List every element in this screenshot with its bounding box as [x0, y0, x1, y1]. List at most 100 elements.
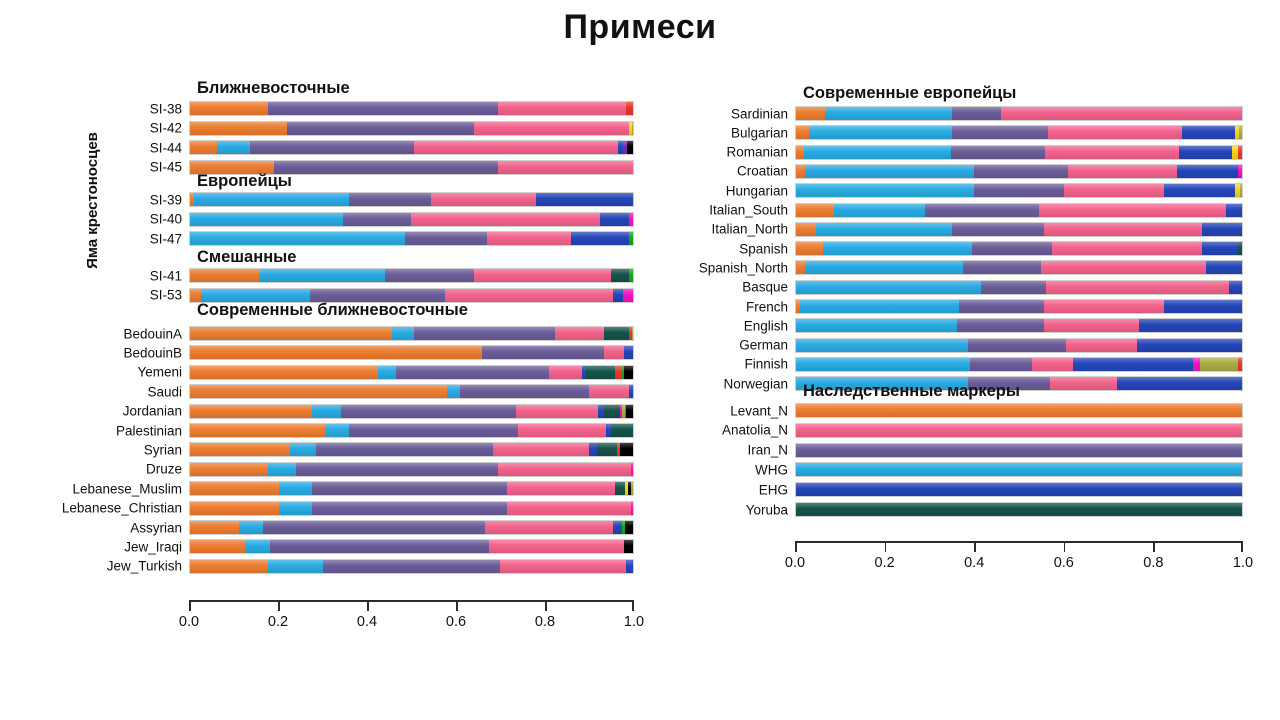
bar-row-label: Romanian	[726, 144, 788, 160]
bar-segment-magenta	[622, 288, 633, 302]
bar-row: Jew_Iraqi	[124, 539, 634, 555]
bar-segment-Levant_N	[190, 404, 312, 418]
bar-row-label: Basque	[742, 279, 788, 295]
bar-segment-Levant_N	[796, 164, 805, 178]
stacked-bar	[795, 502, 1243, 517]
bar-segment-Levant_N	[190, 269, 259, 282]
bar-segment-Iran_N	[311, 501, 507, 515]
stacked-bar	[189, 268, 634, 283]
bar-segment-EHG	[588, 443, 597, 457]
stacked-bar	[189, 423, 634, 438]
bar-segment-Iran_N	[969, 357, 1033, 371]
bar-segment-EHG	[1072, 357, 1193, 371]
bar-segment-WHG	[278, 482, 312, 496]
bar-segment-Anatolia_N	[497, 102, 627, 115]
bar-row: Lebanese_Christian	[62, 500, 634, 516]
axis-tick-label: 0.4	[964, 555, 985, 571]
bar-row: German	[739, 337, 1243, 353]
bar-segment-Levant_N	[190, 482, 279, 496]
bar-segment-Levant_N	[796, 203, 834, 217]
bar-segment-magenta	[628, 212, 633, 226]
bar-segment-WHG	[796, 319, 957, 333]
bar-row: Palestinian	[116, 423, 634, 438]
bar-segment-Iran_N	[249, 141, 414, 154]
bar-row-label: SI-41	[149, 267, 182, 283]
bar-segment-EHG	[624, 346, 633, 360]
bar-segment-Levant_N	[190, 501, 279, 515]
bar-segment-EHG	[1137, 338, 1242, 352]
bar-row-label: Sardinian	[730, 105, 788, 121]
axis-tick	[456, 600, 458, 611]
bar-segment-Iran_N	[967, 338, 1066, 352]
bar-row: Yemeni	[137, 364, 634, 380]
bar-row-label: SI-39	[149, 191, 182, 207]
bar-segment-Anatolia_N	[548, 365, 583, 379]
bar-segment-Iran_N	[952, 222, 1044, 236]
bar-segment-WHG	[822, 242, 973, 256]
bar-segment-EHG	[1177, 164, 1238, 178]
bar-segment-Anatolia_N	[413, 141, 619, 154]
stacked-bar	[189, 539, 634, 555]
bar-segment-Iran_N	[963, 261, 1042, 275]
bar-segment-green	[628, 232, 633, 245]
bar-segment-Levant_N	[190, 424, 326, 437]
bar-segment-Anatolia_N	[1063, 184, 1164, 198]
bar-row: Druze	[146, 461, 634, 477]
bar-segment-Levant_N	[190, 462, 268, 476]
bar-segment-Anatolia_N	[1043, 300, 1164, 313]
bar-segment-Iran_N	[395, 365, 549, 379]
bar-segment-Anatolia_N	[500, 559, 627, 573]
bar-row: SI-42	[150, 120, 634, 136]
bar-segment-WHG	[190, 232, 405, 245]
bar-segment-Levant_N	[190, 559, 268, 573]
bar-segment-Iran_N	[952, 126, 1048, 140]
bar-segment-EHG	[570, 232, 629, 245]
stacked-bar	[189, 481, 634, 497]
bar-segment-Levant_N	[190, 141, 217, 154]
stacked-bar	[795, 106, 1243, 121]
stacked-bar	[795, 279, 1243, 295]
bar-row: Anatolia_N	[722, 422, 1243, 438]
bar-segment-Anatolia_N	[517, 424, 607, 437]
bar-segment-Anatolia_N	[1047, 126, 1182, 140]
bar-segment-black	[624, 365, 633, 379]
bar-row-label: BedouinA	[123, 325, 182, 341]
stacked-bar	[189, 403, 634, 419]
bar-segment-Levant_N	[190, 288, 202, 302]
bar-segment-EHG	[796, 483, 1242, 497]
bar-segment-black	[620, 443, 633, 457]
bar-row: BedouinA	[123, 326, 634, 341]
bar-row-label: French	[745, 298, 788, 314]
stacked-bar	[795, 260, 1243, 276]
axis-tick-label: 0.6	[1053, 555, 1074, 571]
bar-row-label: Levant_N	[730, 402, 788, 418]
axis-tick	[974, 541, 976, 552]
bar-segment-Anatolia_N	[604, 346, 625, 360]
bar-segment-EHG	[535, 193, 633, 206]
bar-segment-WHG	[238, 521, 264, 534]
bar-segment-WHG	[325, 424, 350, 437]
bar-segment-WHG	[446, 385, 461, 399]
bar-segment-EHG	[1201, 242, 1238, 256]
admixture-figure: Примеси Яма крестоносцев Ближневосточные…	[0, 0, 1280, 720]
bar-segment-Iran_N	[956, 319, 1044, 333]
bar-segment-Anatolia_N	[1052, 242, 1202, 256]
bar-segment-Iran_N	[958, 300, 1044, 313]
bar-segment-EHG	[1228, 280, 1242, 294]
bar-segment-EHG	[1226, 203, 1242, 217]
bar-segment-WHG	[804, 261, 964, 275]
stacked-bar	[795, 356, 1243, 372]
bar-segment-Iran_N	[981, 280, 1046, 294]
stacked-bar	[189, 231, 634, 246]
bar-row-label: Spanish	[739, 240, 788, 256]
axis-line	[795, 541, 1243, 543]
bar-segment-Levant_N	[796, 126, 810, 140]
bar-segment-WHG	[267, 559, 323, 573]
bar-segment-WHG	[833, 203, 926, 217]
bar-segment-Yoruba	[604, 327, 629, 340]
stacked-bar	[795, 299, 1243, 314]
bar-row-label: Spanish_North	[698, 260, 788, 276]
stacked-bar	[189, 364, 634, 380]
bar-row-label: Finnish	[744, 356, 788, 372]
group-title-modern-near-eastern: Современные ближневосточные	[197, 301, 468, 319]
